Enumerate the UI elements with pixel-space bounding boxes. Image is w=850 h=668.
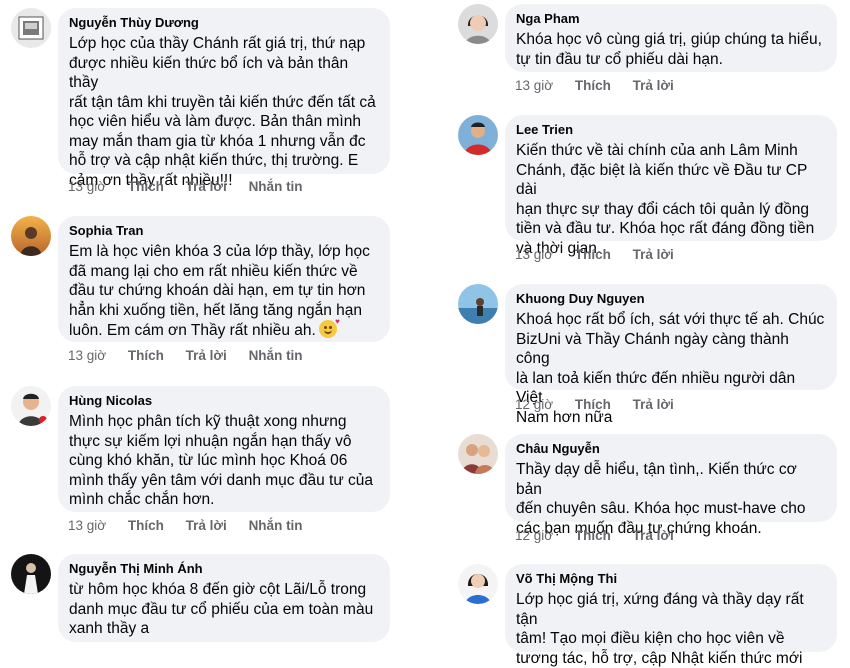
smiling-face-with-hearts-emoji: ♥ bbox=[318, 318, 340, 338]
commenter-name[interactable]: Võ Thị Mộng Thi bbox=[516, 570, 825, 588]
comment-bubble: Võ Thị Mộng Thi Lớp học giá trị, xứng đá… bbox=[505, 564, 837, 667]
comment-actions: 13 giờ Thích Trả lời Nhắn tin bbox=[68, 179, 321, 194]
comment-actions: 12 giờ Thích Trả lời bbox=[515, 397, 692, 412]
commenter-name[interactable]: Nguyễn Thị Minh Ánh bbox=[69, 560, 378, 578]
commenter-name[interactable]: Nga Pham bbox=[516, 10, 825, 28]
avatar[interactable] bbox=[11, 554, 51, 594]
comment-time[interactable]: 12 giờ bbox=[515, 397, 553, 412]
reply-button[interactable]: Trả lời bbox=[186, 348, 227, 363]
like-button[interactable]: Thích bbox=[128, 179, 164, 194]
avatar[interactable] bbox=[458, 284, 498, 324]
commenter-name[interactable]: Châu Nguyễn bbox=[516, 440, 825, 458]
comment-bubble: Châu Nguyễn Thầy dạy dễ hiểu, tận tình,.… bbox=[505, 434, 837, 537]
avatar[interactable] bbox=[11, 8, 51, 48]
comment-actions: 12 giờ Thích Trả lời bbox=[515, 528, 692, 543]
like-button[interactable]: Thích bbox=[575, 78, 611, 93]
like-button[interactable]: Thích bbox=[575, 397, 611, 412]
comment-actions: 13 giờ Thích Trả lời bbox=[515, 78, 692, 93]
commenter-name[interactable]: Nguyễn Thùy Dương bbox=[69, 14, 378, 32]
avatar[interactable] bbox=[458, 115, 498, 155]
like-button[interactable]: Thích bbox=[128, 348, 164, 363]
comment-text: Lớp học giá trị, xứng đáng và thầy dạy r… bbox=[516, 591, 804, 667]
reply-button[interactable]: Trả lời bbox=[186, 518, 227, 533]
avatar[interactable] bbox=[11, 216, 51, 256]
comment-text: Khóa học vô cùng giá trị, giúp chúng ta … bbox=[516, 31, 822, 68]
comment-bubble: Hùng Nicolas Mình học phân tích kỹ thuật… bbox=[58, 386, 390, 512]
reply-button[interactable]: Trả lời bbox=[186, 179, 227, 194]
reply-button[interactable]: Trả lời bbox=[633, 247, 674, 262]
message-button[interactable]: Nhắn tin bbox=[249, 179, 303, 194]
comment-bubble: Khuong Duy Nguyen Khoá học rất bổ ích, s… bbox=[505, 284, 837, 426]
comment-bubble: Nga Pham Khóa học vô cùng giá trị, giúp … bbox=[505, 4, 837, 72]
comment-time[interactable]: 13 giờ bbox=[68, 348, 106, 363]
comment-text: Mình học phân tích kỹ thuật xong nhưng t… bbox=[69, 413, 373, 508]
comment-time[interactable]: 13 giờ bbox=[515, 78, 553, 93]
reply-button[interactable]: Trả lời bbox=[633, 528, 674, 543]
avatar[interactable] bbox=[458, 564, 498, 604]
like-button[interactable]: Thích bbox=[575, 528, 611, 543]
comment-text: Em là học viên khóa 3 của lớp thầy, lớp … bbox=[69, 243, 370, 339]
comment-actions: 13 giờ Thích Trả lời Nhắn tin bbox=[68, 518, 321, 533]
avatar[interactable] bbox=[11, 386, 51, 426]
comment-bubble: Lee Trien Kiến thức về tài chính của anh… bbox=[505, 115, 837, 257]
commenter-name[interactable]: Sophia Tran bbox=[69, 222, 378, 240]
commenter-name[interactable]: Lee Trien bbox=[516, 121, 825, 139]
comment-time[interactable]: 13 giờ bbox=[515, 247, 553, 262]
comment-bubble: Sophia Tran Em là học viên khóa 3 của lớ… bbox=[58, 216, 390, 342]
comment-actions: 13 giờ Thích Trả lời bbox=[515, 247, 692, 262]
comment-actions: 13 giờ Thích Trả lời Nhắn tin bbox=[68, 348, 321, 363]
like-button[interactable]: Thích bbox=[128, 518, 164, 533]
avatar[interactable] bbox=[458, 4, 498, 44]
comment-bubble: Nguyễn Thị Minh Ánh từ hôm học khóa 8 đế… bbox=[58, 554, 390, 642]
comment-text: Lớp học của thầy Chánh rất giá trị, thứ … bbox=[69, 35, 376, 189]
comment-text: Kiến thức về tài chính của anh Lâm Minh … bbox=[516, 142, 815, 257]
reply-button[interactable]: Trả lời bbox=[633, 78, 674, 93]
comment-time[interactable]: 13 giờ bbox=[68, 518, 106, 533]
avatar[interactable] bbox=[458, 434, 498, 474]
like-button[interactable]: Thích bbox=[575, 247, 611, 262]
comment-bubble: Nguyễn Thùy Dương Lớp học của thầy Chánh… bbox=[58, 8, 390, 189]
message-button[interactable]: Nhắn tin bbox=[249, 518, 303, 533]
commenter-name[interactable]: Khuong Duy Nguyen bbox=[516, 290, 825, 308]
message-button[interactable]: Nhắn tin bbox=[249, 348, 303, 363]
commenter-name[interactable]: Hùng Nicolas bbox=[69, 392, 378, 410]
comment-time[interactable]: 12 giờ bbox=[515, 528, 553, 543]
comment-text: Thầy dạy dễ hiểu, tận tình,. Kiến thức c… bbox=[516, 461, 806, 537]
reply-button[interactable]: Trả lời bbox=[633, 397, 674, 412]
comment-time[interactable]: 13 giờ bbox=[68, 179, 106, 194]
comment-text: từ hôm học khóa 8 đến giờ cột Lãi/Lỗ tro… bbox=[69, 581, 374, 637]
